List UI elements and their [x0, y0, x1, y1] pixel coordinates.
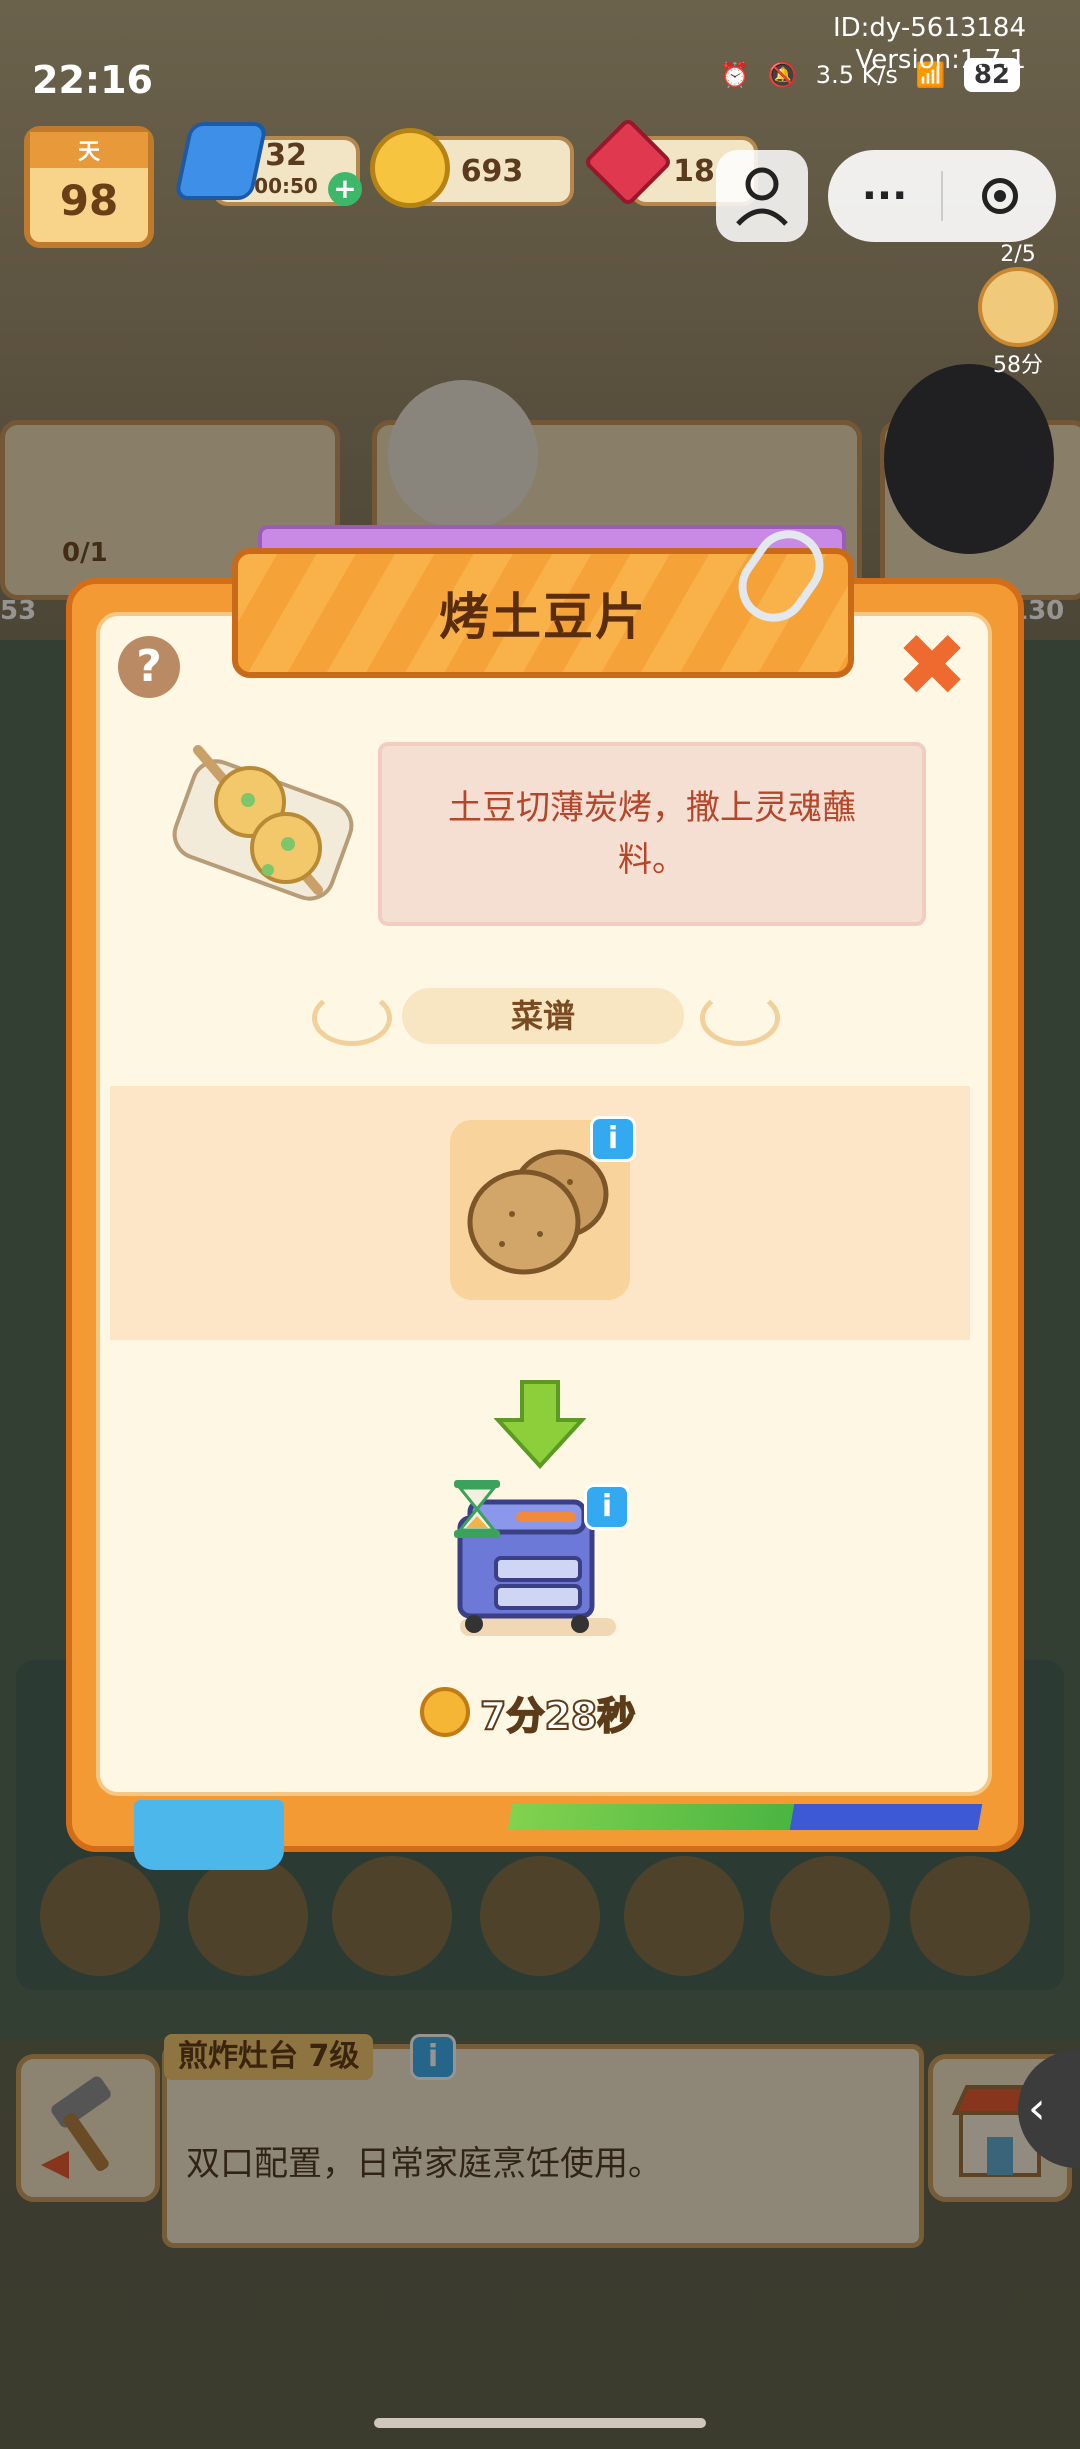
- follow-avatar-button[interactable]: [716, 150, 808, 242]
- add-energy-button[interactable]: +: [328, 172, 362, 206]
- user-icon: [736, 167, 788, 226]
- app-id-label: ID:dy-5613184 Version:1.7.1: [833, 12, 1026, 76]
- day-value: 98: [59, 176, 119, 225]
- close-button[interactable]: ✖: [894, 623, 970, 709]
- help-button[interactable]: ?: [118, 636, 180, 698]
- side-timer-time: 58分: [993, 353, 1043, 378]
- app-version: Version:1.7.1: [855, 45, 1026, 75]
- blue-bookmark-tab: [134, 1800, 284, 1870]
- station-recipe-info-button[interactable]: i: [584, 1484, 630, 1530]
- stopwatch-icon: [420, 1687, 470, 1737]
- side-timer[interactable]: 2/5 58分: [976, 242, 1060, 379]
- color-strip-decoration: [507, 1804, 983, 1830]
- day-counter: 天 98: [24, 126, 154, 248]
- mute-icon: 🔕: [767, 61, 798, 89]
- target-close-icon: [981, 178, 1018, 214]
- dish-description: 土豆切薄炭烤，撒上灵魂蘸料。: [448, 788, 856, 880]
- dialog-title: 烤土豆片: [439, 588, 647, 646]
- home-indicator[interactable]: [374, 2418, 706, 2428]
- app-id: ID:dy-5613184: [832, 13, 1026, 43]
- arrow-down-icon: [493, 1378, 587, 1470]
- cook-time: 7分28秒: [479, 1693, 636, 1739]
- cook-time-row: 7分28秒: [420, 1682, 636, 1742]
- energy-timer: 00:50: [254, 174, 318, 198]
- roast-dish-icon: [978, 267, 1058, 347]
- dish-description-box: 土豆切薄炭烤，撒上灵魂蘸料。: [378, 742, 926, 926]
- swirl-ornament-right: [700, 990, 780, 1046]
- recipe-tab: 菜谱: [402, 988, 684, 1044]
- ingredient-info-button[interactable]: i: [590, 1116, 636, 1162]
- day-label: 天: [30, 132, 148, 168]
- alarm-icon: ⏰: [720, 61, 750, 89]
- more-menu-button[interactable]: ···: [828, 171, 943, 221]
- side-timer-count: 2/5: [1000, 242, 1036, 267]
- exit-button[interactable]: [943, 178, 1056, 214]
- mini-program-capsule: ···: [828, 150, 1056, 242]
- chevron-left-icon: ‹: [1028, 2083, 1046, 2134]
- grilled-potato-dish-icon: [168, 740, 358, 910]
- gem-value: 18: [673, 153, 715, 189]
- coin-value: 693: [460, 153, 524, 189]
- status-time: 22:16: [32, 58, 153, 102]
- coin-icon: [370, 128, 450, 208]
- hourglass-icon: [450, 1478, 504, 1540]
- swirl-ornament-left: [312, 990, 392, 1046]
- energy-value: 32: [265, 138, 307, 173]
